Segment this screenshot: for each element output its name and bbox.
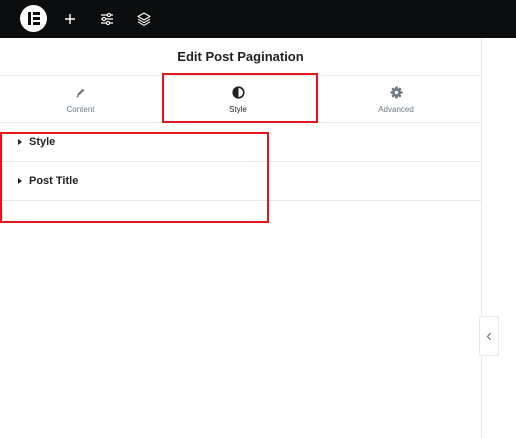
caret-right-icon xyxy=(18,139,22,145)
panel-collapse-handle[interactable] xyxy=(479,316,499,356)
preview-edge xyxy=(483,38,516,438)
plus-icon[interactable] xyxy=(60,9,80,29)
tab-advanced[interactable]: Advanced xyxy=(315,76,477,122)
panel-title: Edit Post Pagination xyxy=(177,49,304,64)
section-style[interactable]: Style xyxy=(0,123,481,162)
elementor-logo-icon[interactable] xyxy=(20,5,47,32)
editor-topbar xyxy=(0,0,516,38)
sliders-icon[interactable] xyxy=(97,9,117,29)
layers-icon[interactable] xyxy=(134,9,154,29)
tab-style[interactable]: Style xyxy=(161,76,315,122)
pencil-icon xyxy=(75,85,86,100)
panel-tabs: Content Style Advanced xyxy=(0,76,481,123)
section-post-title[interactable]: Post Title xyxy=(0,162,481,201)
editor-panel: Edit Post Pagination Content Style Advan… xyxy=(0,38,482,438)
tab-content[interactable]: Content xyxy=(0,76,161,122)
caret-right-icon xyxy=(18,178,22,184)
gear-icon xyxy=(390,85,403,100)
chevron-left-icon xyxy=(486,332,491,340)
tab-style-label: Style xyxy=(229,104,247,114)
section-post-title-label: Post Title xyxy=(29,175,79,187)
panel-header: Edit Post Pagination xyxy=(0,38,481,76)
half-circle-icon xyxy=(231,85,245,100)
tab-advanced-label: Advanced xyxy=(378,104,414,114)
tab-content-label: Content xyxy=(66,104,95,114)
section-style-label: Style xyxy=(29,136,56,148)
